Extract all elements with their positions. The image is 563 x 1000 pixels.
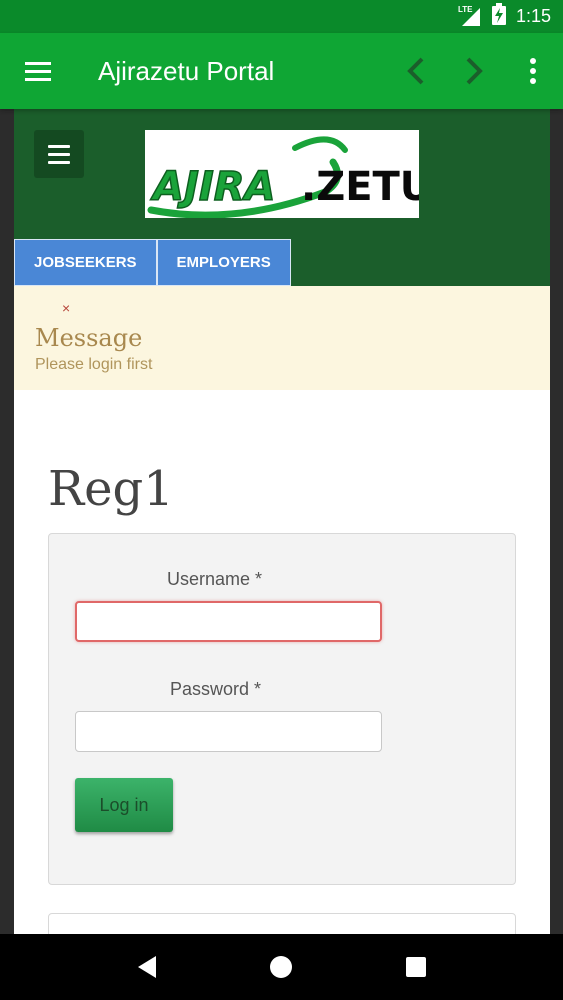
web-page: AJIRA .ZETU JOBSEEKERS EMPLOYERS × Messa… <box>14 109 550 934</box>
username-label: Username * <box>167 569 263 589</box>
message-title: Message <box>35 324 143 352</box>
login-button[interactable]: Log in <box>75 778 173 832</box>
message-alert: × Message Please login first <box>14 286 550 390</box>
menu-icon <box>25 62 51 81</box>
username-field[interactable] <box>75 601 382 642</box>
forward-button[interactable] <box>445 33 503 109</box>
page-title: Reg1 <box>48 461 174 517</box>
signal-lte-icon: LTE <box>457 4 482 27</box>
secondary-panel <box>48 913 516 934</box>
tab-jobseekers[interactable]: JOBSEEKERS <box>14 239 157 286</box>
home-circle-icon <box>270 956 293 978</box>
status-time: 1:15 <box>515 6 551 26</box>
webview: AJIRA .ZETU JOBSEEKERS EMPLOYERS × Messa… <box>0 109 563 934</box>
svg-text:.ZETU: .ZETU <box>301 164 419 210</box>
back-triangle-icon <box>138 956 157 978</box>
more-vert-icon <box>530 58 536 84</box>
hamburger-line <box>48 144 70 148</box>
app-title: Ajirazetu Portal <box>98 55 275 86</box>
site-tabs: JOBSEEKERS EMPLOYERS <box>14 239 291 286</box>
hamburger-line <box>48 160 70 164</box>
recents-square-icon <box>405 957 426 977</box>
back-button[interactable] <box>387 33 445 109</box>
nav-recents-button[interactable] <box>396 947 436 987</box>
nav-back-button[interactable] <box>127 947 167 987</box>
battery-charging-icon <box>491 3 506 30</box>
chevron-left-icon <box>407 57 424 85</box>
status-bar: LTE 1:15 <box>0 0 563 33</box>
menu-button[interactable] <box>0 33 76 109</box>
password-label: Password * <box>170 679 262 699</box>
site-logo[interactable]: AJIRA .ZETU <box>145 130 432 219</box>
network-type: LTE <box>457 4 473 14</box>
system-nav-bar <box>0 934 563 1000</box>
close-icon[interactable]: × <box>62 300 70 316</box>
tab-employers[interactable]: EMPLOYERS <box>156 239 291 286</box>
overflow-menu-button[interactable] <box>503 33 563 109</box>
message-text: Please login first <box>35 356 153 373</box>
login-form: Username * Password * Log in <box>48 533 516 885</box>
app-bar: Ajirazetu Portal <box>0 33 563 109</box>
nav-home-button[interactable] <box>261 947 301 987</box>
site-header: AJIRA .ZETU JOBSEEKERS EMPLOYERS <box>14 109 550 286</box>
chevron-right-icon <box>466 57 483 85</box>
password-field[interactable] <box>75 711 382 752</box>
hamburger-line <box>48 152 70 156</box>
site-menu-button[interactable] <box>34 130 84 178</box>
svg-text:AJIRA: AJIRA <box>150 164 275 210</box>
